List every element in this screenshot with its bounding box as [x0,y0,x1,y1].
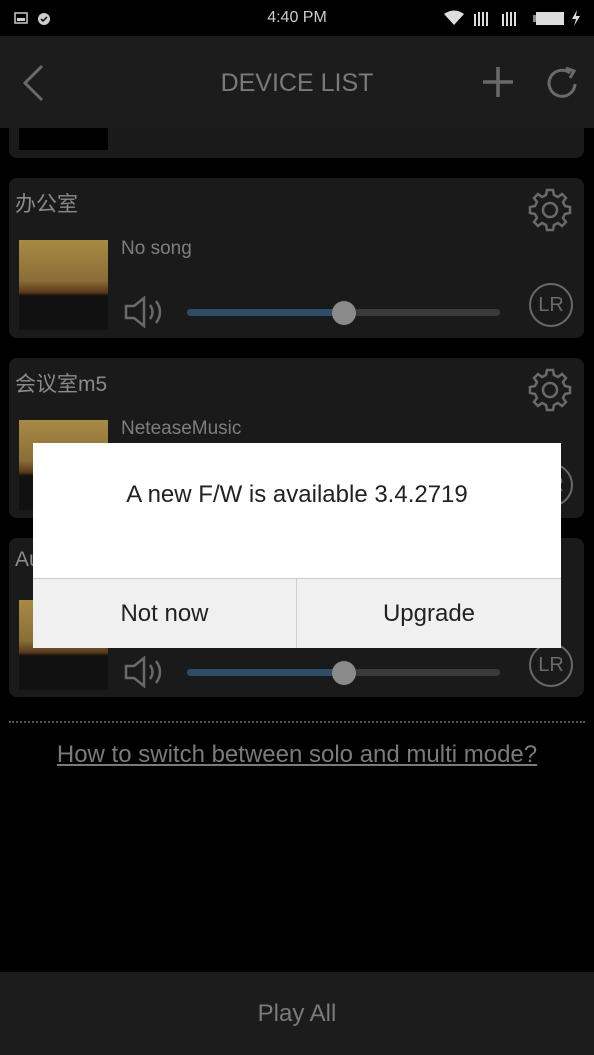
help-link[interactable]: How to switch between solo and multi mod… [0,741,594,769]
dialog-message: A new F/W is available 3.4.2719 [126,481,468,508]
volume-slider[interactable] [187,661,500,685]
device-card[interactable]: 办公室 No song LR [9,178,584,338]
gear-icon[interactable] [527,367,573,413]
app-header: DEVICE LIST [0,36,594,128]
divider [9,721,585,723]
song-title: No song [121,238,192,259]
not-now-button[interactable]: Not now [33,578,297,648]
album-art [19,240,108,330]
wifi-icon [444,10,464,25]
status-bar: 4:40 PM [0,0,594,36]
volume-slider[interactable] [187,301,500,325]
song-title: NeteaseMusic [121,418,242,439]
lr-channel-button[interactable]: LR [529,643,573,687]
speaker-icon[interactable] [124,656,168,688]
device-name: 办公室 [15,193,78,216]
add-icon[interactable] [481,65,515,99]
signal-icon [474,12,516,26]
battery-charging-icon [533,10,580,26]
speaker-icon[interactable] [124,296,168,328]
lr-channel-button[interactable]: LR [529,283,573,327]
refresh-icon[interactable] [544,65,580,101]
device-name: 会议室m5 [15,373,108,396]
firmware-update-dialog: A new F/W is available 3.4.2719 Not now … [33,443,561,648]
upgrade-button[interactable]: Upgrade [297,578,561,648]
play-all-button[interactable]: Play All [0,972,594,1055]
gear-icon[interactable] [527,187,573,233]
